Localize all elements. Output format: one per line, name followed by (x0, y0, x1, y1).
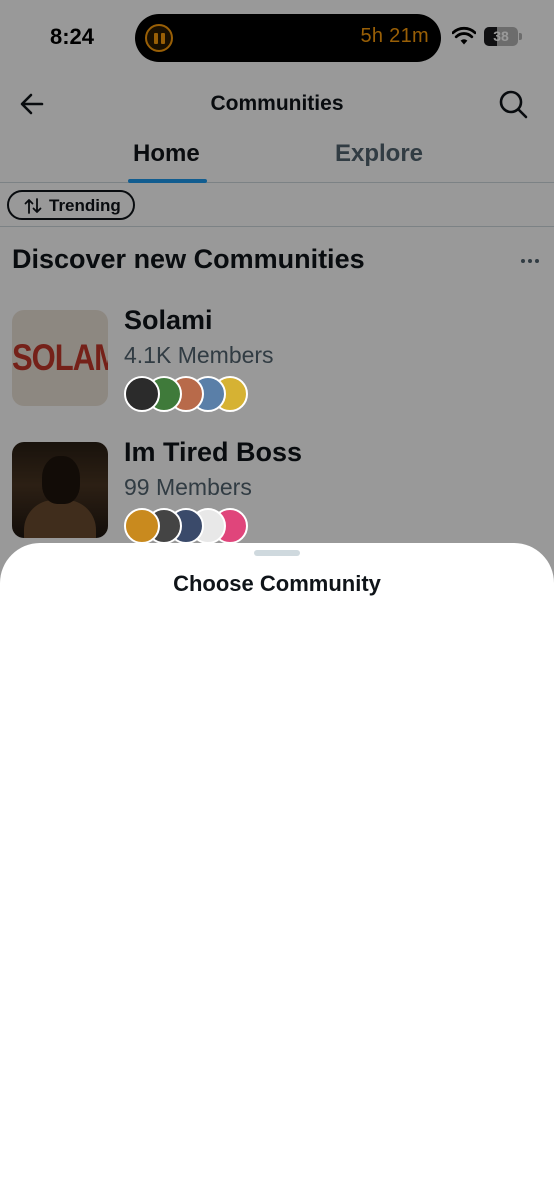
member-avatar (124, 508, 160, 544)
sheet-title: Choose Community (173, 571, 381, 596)
member-avatar (124, 376, 160, 412)
choose-community-sheet: Choose Community (0, 543, 554, 1200)
sheet-grabber[interactable] (254, 550, 300, 556)
